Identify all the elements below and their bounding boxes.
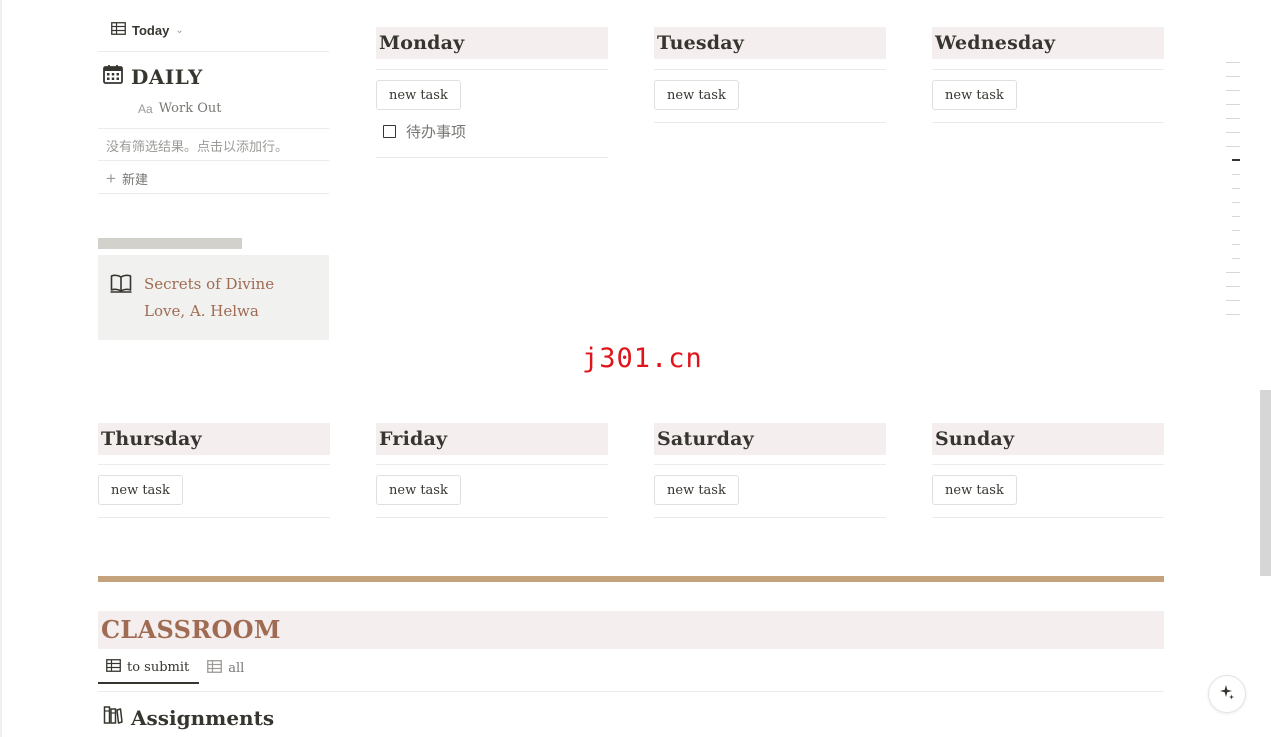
assignments-title-text: Assignments xyxy=(131,705,275,730)
day-heading-wednesday: Wednesday xyxy=(932,27,1164,59)
window-edge xyxy=(0,0,2,737)
new-row-button[interactable]: + 新建 xyxy=(106,169,148,188)
calendar-icon xyxy=(103,64,123,89)
table-icon xyxy=(207,659,223,677)
outline-tick[interactable] xyxy=(1226,90,1240,91)
divider xyxy=(98,160,329,161)
divider xyxy=(98,517,330,518)
day-heading-thursday: Thursday xyxy=(98,423,330,455)
day-heading-sunday: Sunday xyxy=(932,423,1164,455)
scrollbar-thumb[interactable] xyxy=(1260,390,1271,576)
assignments-icon xyxy=(103,705,123,730)
outline-tick[interactable] xyxy=(1232,258,1240,259)
checkbox-icon[interactable] xyxy=(383,125,396,138)
new-task-button-tuesday[interactable]: new task xyxy=(654,80,739,110)
new-row-label: 新建 xyxy=(121,172,148,187)
new-task-button-wednesday[interactable]: new task xyxy=(932,80,1017,110)
outline-tick[interactable] xyxy=(1226,286,1240,287)
outline-tick[interactable] xyxy=(1232,174,1240,175)
new-task-button-monday[interactable]: new task xyxy=(376,80,461,110)
divider xyxy=(98,193,329,194)
divider xyxy=(376,69,608,70)
outline-tick[interactable] xyxy=(1226,272,1240,273)
outline-tick[interactable] xyxy=(1226,76,1240,77)
tab-label: to submit xyxy=(127,659,190,675)
plus-icon: + xyxy=(106,169,116,188)
table-icon xyxy=(111,22,126,38)
outline-tick[interactable] xyxy=(1232,216,1240,217)
text-property-icon: Aa xyxy=(138,101,153,116)
divider xyxy=(932,122,1164,123)
divider xyxy=(376,157,608,158)
outline-tick-current[interactable] xyxy=(1232,159,1240,161)
divider xyxy=(98,464,330,465)
outline-tick[interactable] xyxy=(1226,132,1240,133)
outline-tick[interactable] xyxy=(1232,244,1240,245)
watermark: j301.cn xyxy=(582,343,703,374)
day-heading-saturday: Saturday xyxy=(654,423,886,455)
day-heading-monday: Monday xyxy=(376,27,608,59)
divider xyxy=(932,517,1164,518)
day-heading-friday: Friday xyxy=(376,423,608,455)
divider xyxy=(376,464,608,465)
divider xyxy=(98,128,329,129)
table-icon xyxy=(106,658,121,676)
divider xyxy=(654,517,886,518)
todo-item[interactable]: 待办事项 xyxy=(383,121,466,142)
property-header-workout[interactable]: Aa Work Out xyxy=(138,101,221,116)
property-label: Work Out xyxy=(158,101,222,116)
outline-tick[interactable] xyxy=(1226,300,1240,301)
outline-tick[interactable] xyxy=(1232,202,1240,203)
day-heading-tuesday: Tuesday xyxy=(654,27,886,59)
outline-tick[interactable] xyxy=(1226,314,1240,315)
tab-label: all xyxy=(228,660,245,676)
grey-divider-bar xyxy=(98,238,242,249)
callout-text: Secrets of Divine Love, A. Helwa xyxy=(144,275,275,320)
tab-all[interactable]: all xyxy=(199,659,252,684)
ai-assistant-button[interactable] xyxy=(1208,675,1246,713)
ai-sparkle-icon xyxy=(1219,684,1235,704)
outline-tick[interactable] xyxy=(1226,146,1240,147)
new-task-button-saturday[interactable]: new task xyxy=(654,475,739,505)
classroom-heading: CLASSROOM xyxy=(98,611,1164,649)
view-tab-today[interactable]: Today ⌄ xyxy=(111,22,184,38)
database-title[interactable]: DAILY xyxy=(103,64,203,89)
chevron-down-icon: ⌄ xyxy=(175,24,184,36)
divider xyxy=(654,69,886,70)
divider xyxy=(376,517,608,518)
outline-tick[interactable] xyxy=(1226,104,1240,105)
book-icon xyxy=(110,273,132,297)
empty-filter-message[interactable]: 没有筛选结果。点击以添加行。 xyxy=(106,136,288,155)
outline-tick[interactable] xyxy=(1226,118,1240,119)
outline-tick[interactable] xyxy=(1232,230,1240,231)
outline-tick[interactable] xyxy=(1226,62,1240,63)
database-title-text: DAILY xyxy=(131,64,203,89)
divider xyxy=(932,464,1164,465)
new-task-button-thursday[interactable]: new task xyxy=(98,475,183,505)
divider xyxy=(98,691,1164,692)
divider xyxy=(98,51,329,52)
view-tabs: to submit all xyxy=(98,658,252,684)
tab-to-submit[interactable]: to submit xyxy=(98,658,200,684)
section-divider xyxy=(98,576,1164,582)
todo-text: 待办事项 xyxy=(406,124,467,141)
divider xyxy=(654,464,886,465)
new-task-button-friday[interactable]: new task xyxy=(376,475,461,505)
divider xyxy=(654,122,886,123)
new-task-button-sunday[interactable]: new task xyxy=(932,475,1017,505)
outline-tick[interactable] xyxy=(1232,188,1240,189)
divider xyxy=(932,69,1164,70)
view-tab-label: Today xyxy=(132,22,170,38)
assignments-title[interactable]: Assignments xyxy=(103,705,274,730)
